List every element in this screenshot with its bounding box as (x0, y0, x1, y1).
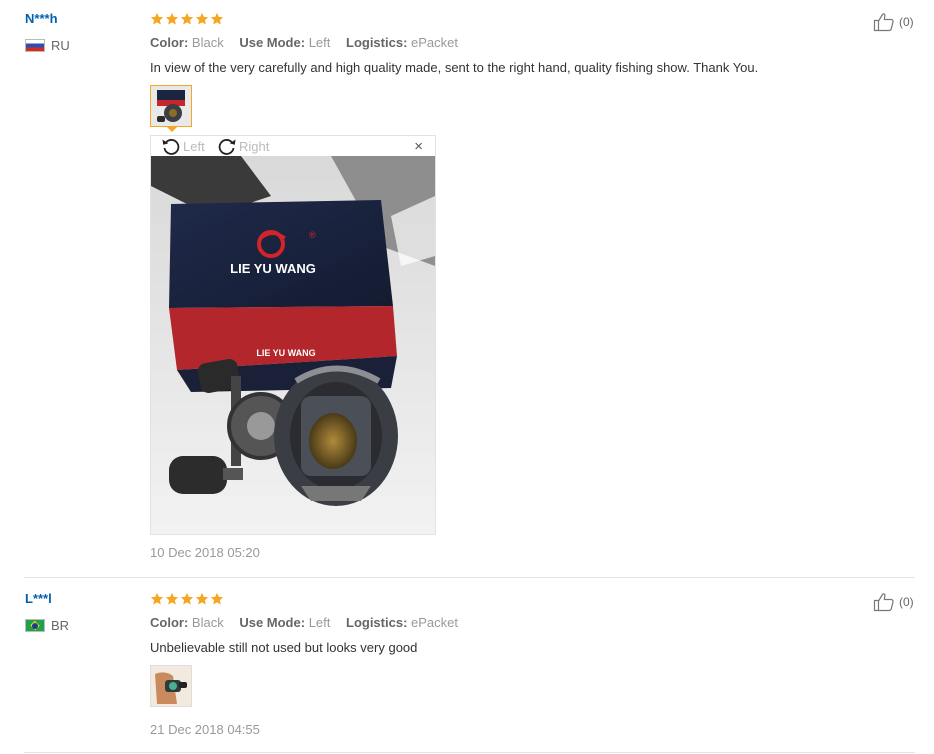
star-icon (195, 592, 209, 606)
star-icon (150, 12, 164, 26)
rotate-left-icon (161, 137, 181, 155)
reviewer-country: RU (25, 38, 70, 53)
helpful-count: (0) (899, 595, 914, 609)
star-icon (180, 12, 194, 26)
order-attributes: Color: Black Use Mode: Left Logistics: e… (150, 35, 470, 50)
star-icon (150, 592, 164, 606)
brazil-flag-icon (25, 619, 45, 632)
close-icon[interactable]: × (414, 139, 423, 154)
thumbs-up-icon (873, 12, 897, 32)
photo-viewer: Left Right × LIE YU WANG ® LIE YU WANG (150, 135, 436, 535)
review-photo-thumbnail[interactable] (150, 665, 192, 707)
thumbs-up-icon (873, 592, 897, 612)
helpful-count: (0) (899, 15, 914, 29)
attr-use-mode: Use Mode: Left (239, 35, 331, 50)
review-date: 10 Dec 2018 05:20 (150, 545, 260, 560)
thumbnail-active-caret (166, 126, 178, 132)
star-rating (150, 592, 224, 606)
star-icon (210, 12, 224, 26)
fishing-reel-photo (151, 86, 191, 126)
review-divider (24, 752, 915, 753)
star-rating (150, 12, 224, 26)
fishing-reel-box-photo: LIE YU WANG ® LIE YU WANG (151, 156, 435, 534)
review-item: N***h RU Color: Black Use Mode: Left Log… (0, 0, 934, 577)
review-text: Unbelievable still not used but looks ve… (150, 640, 418, 655)
attr-logistics: Logistics: ePacket (346, 35, 459, 50)
box-brand-small-text: LIE YU WANG (256, 348, 315, 358)
attr-use-mode: Use Mode: Left (239, 615, 331, 630)
reviewer-name[interactable]: N***h (25, 11, 58, 26)
review-item: L***l BR Color: Black Use Mode: Left Log… (0, 578, 934, 754)
attr-color: Color: Black (150, 615, 224, 630)
russia-flag-icon (25, 39, 45, 52)
country-code: BR (51, 618, 70, 633)
attr-color: Color: Black (150, 35, 224, 50)
box-brand-text: LIE YU WANG (230, 261, 316, 276)
fishing-reel-hand-photo (151, 666, 191, 706)
star-icon (180, 592, 194, 606)
helpful-button[interactable]: (0) (873, 12, 914, 32)
review-text: In view of the very carefully and high q… (150, 60, 759, 75)
trademark-symbol: ® (309, 230, 316, 240)
rotate-right-button[interactable]: Right (217, 137, 269, 155)
attr-logistics: Logistics: ePacket (346, 615, 459, 630)
star-icon (165, 592, 179, 606)
viewer-toolbar: Left Right × (151, 136, 435, 156)
rotate-right-icon (217, 137, 237, 155)
star-icon (210, 592, 224, 606)
star-icon (165, 12, 179, 26)
country-code: RU (51, 38, 70, 53)
reviewer-name[interactable]: L***l (25, 591, 52, 606)
order-attributes: Color: Black Use Mode: Left Logistics: e… (150, 615, 470, 630)
star-icon (195, 12, 209, 26)
rotate-left-button[interactable]: Left (161, 137, 205, 155)
review-date: 21 Dec 2018 04:55 (150, 722, 260, 737)
review-photo-thumbnail[interactable] (150, 85, 192, 127)
helpful-button[interactable]: (0) (873, 592, 914, 612)
review-photo-large: LIE YU WANG ® LIE YU WANG (151, 156, 435, 534)
reviewer-country: BR (25, 618, 69, 633)
